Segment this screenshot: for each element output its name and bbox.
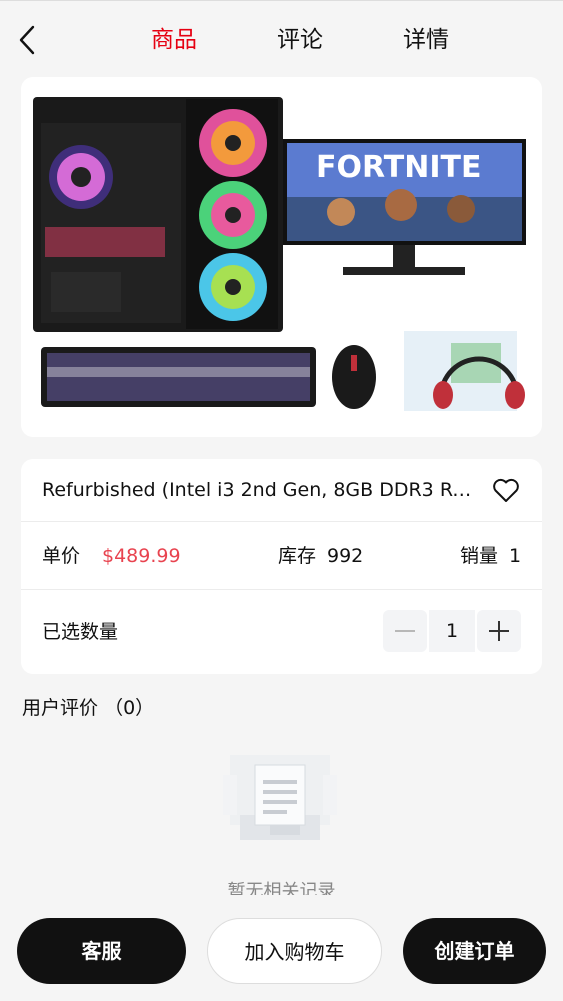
stock-label: 库存 (278, 545, 317, 567)
product-title: Refurbished (Intel i3 2nd Gen, 8GB DDR3 … (42, 479, 482, 501)
quantity-label: 已选数量 (42, 621, 119, 643)
tab-product[interactable]: 商品 (151, 23, 197, 57)
title-row: Refurbished (Intel i3 2nd Gen, 8GB DDR3 … (21, 459, 542, 522)
quantity-row: 已选数量 1 (21, 590, 542, 674)
add-to-cart-button[interactable]: 加入购物车 (207, 918, 382, 984)
plus-icon[interactable] (477, 610, 521, 652)
sales-value: 1 (509, 545, 522, 567)
quantity-stepper[interactable]: 1 (383, 610, 521, 652)
tab-bar: 商品 评论 详情 (0, 23, 563, 57)
reviews-count: （0） (104, 697, 155, 719)
tab-comments[interactable]: 评论 (277, 23, 323, 57)
tab-details[interactable]: 详情 (403, 23, 449, 57)
product-info-card: Refurbished (Intel i3 2nd Gen, 8GB DDR3 … (21, 459, 542, 674)
reviews-header: 用户评价 （0） (22, 695, 154, 721)
sales-label: 销量 (460, 545, 499, 567)
empty-document-icon (215, 735, 345, 845)
price-value: $489.99 (102, 545, 181, 567)
stock-value: 992 (327, 545, 364, 567)
monitor-promo-text: FORTNITE (316, 150, 481, 185)
price-stock-row: 单价 $489.99 库存 992 销量 1 (21, 522, 542, 590)
minus-icon[interactable] (383, 610, 427, 652)
price-label: 单价 (42, 545, 81, 567)
empty-state-text: 暂无相关记录 (227, 881, 336, 895)
create-order-button[interactable]: 创建订单 (403, 918, 546, 984)
customer-service-button[interactable]: 客服 (17, 918, 186, 984)
product-image[interactable]: FORTNITE (21, 77, 542, 437)
quantity-value[interactable]: 1 (429, 610, 475, 652)
top-nav: 商品 评论 详情 (0, 1, 563, 77)
product-detail-page: 商品 评论 详情 FORTNITE Refurbished (Intel i3 … (0, 0, 563, 1001)
reviews-title: 用户评价 (22, 697, 99, 719)
heart-icon[interactable] (491, 475, 521, 505)
